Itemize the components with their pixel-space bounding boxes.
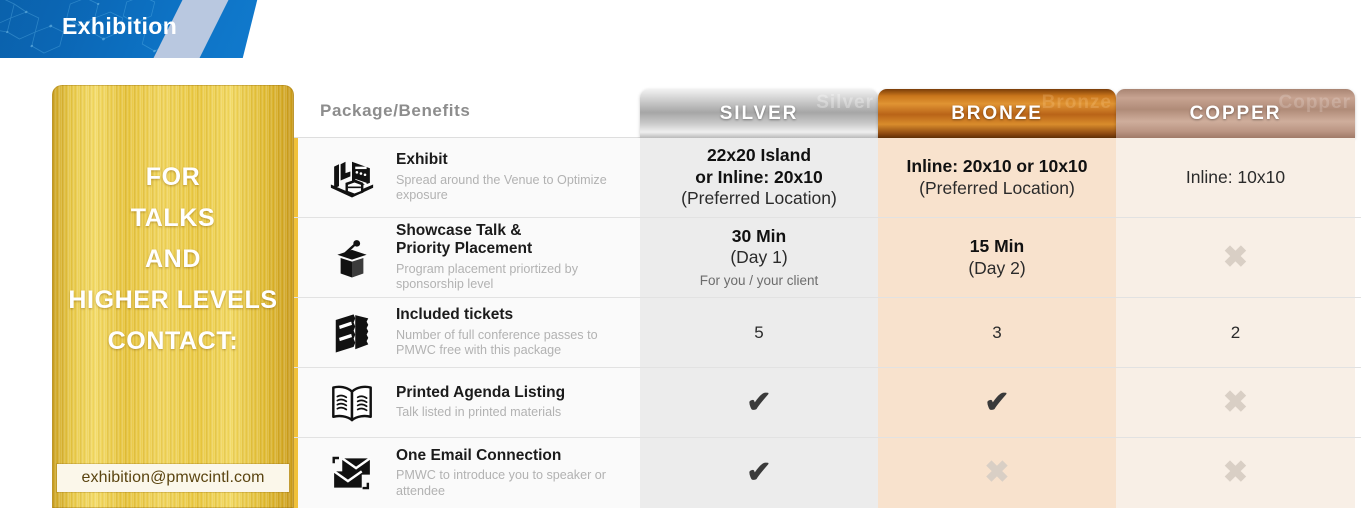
cell-value-secondary: (Day 2) (968, 257, 1026, 278)
copper-ghost-text: Copper (1278, 92, 1351, 113)
benefit-subtitle: Spread around the Venue to Optimize expo… (396, 172, 607, 203)
benefit-subtitle: Program placement priortized by sponsors… (396, 261, 578, 292)
cell-value: 2 (1230, 322, 1241, 342)
cell-bronze-row-1: 15 Min (Day 2) (878, 218, 1116, 297)
benefit-subtitle: Number of full conference passes to PMWC… (396, 327, 598, 358)
table-row: One Email Connection PMWC to introduce y… (294, 438, 1361, 508)
page-banner: Exhibition (0, 0, 300, 58)
silver-ghost-text: Silver (816, 92, 874, 113)
benefit-cell: Exhibit Spread around the Venue to Optim… (294, 138, 640, 217)
check-icon: ✔ (746, 456, 772, 489)
benefit-title: Showcase Talk & Priority Placement (396, 222, 533, 258)
cell-silver-row-4: ✔ (640, 438, 878, 508)
contact-line-1: FOR (145, 163, 201, 191)
packages-table: Package/Benefits Silver SILVER Bronze BR… (294, 85, 1361, 508)
cell-value: 3 (992, 322, 1002, 342)
cell-silver-row-3: ✔ (640, 368, 878, 437)
bronze-label: BRONZE (951, 102, 1043, 124)
column-header-bronze[interactable]: Bronze BRONZE (878, 89, 1116, 138)
cell-value-secondary: (Preferred Location) (681, 188, 837, 209)
contact-line-4: HIGHER LEVELS (68, 286, 278, 314)
cell-bronze-row-2: 3 (878, 298, 1116, 367)
benefit-title: Printed Agenda Listing (396, 384, 566, 402)
tickets-icon (324, 309, 380, 357)
check-icon: ✔ (984, 385, 1010, 419)
exhibition-pricing-page: Exhibition FOR TALKS AND HIGHER LEVELS C… (0, 0, 1361, 508)
cell-silver-row-1: 30 Min (Day 1) For you / your client (640, 218, 878, 297)
benefit-text: Included tickets Number of full conferen… (396, 306, 626, 359)
benefit-title: Included tickets (396, 306, 514, 324)
table-row: Exhibit Spread around the Venue to Optim… (294, 138, 1361, 218)
cell-bronze-row-4: ✖ (878, 438, 1116, 508)
benefit-cell: Included tickets Number of full conferen… (294, 298, 640, 367)
benefit-cell: Showcase Talk & Priority Placement Progra… (294, 218, 640, 297)
contact-email-link[interactable]: exhibition@pmwcintl.com (81, 469, 264, 487)
cross-icon: ✖ (1222, 240, 1249, 274)
benefit-text: Printed Agenda Listing Talk listed in pr… (396, 384, 565, 421)
contact-line-5: CONTACT: (107, 327, 239, 355)
cell-copper-row-1: ✖ (1116, 218, 1355, 297)
contact-email-bar[interactable]: exhibition@pmwcintl.com (57, 464, 289, 492)
cell-value-primary: 15 Min (969, 236, 1025, 257)
column-header-silver[interactable]: Silver SILVER (640, 89, 878, 138)
benefit-subtitle: PMWC to introduce you to speaker or atte… (396, 468, 606, 498)
envelopes-icon (324, 449, 380, 497)
benefit-text: One Email Connection PMWC to introduce y… (396, 447, 626, 500)
cell-copper-row-4: ✖ (1116, 438, 1355, 508)
benefit-text: Showcase Talk & Priority Placement Progra… (396, 222, 626, 293)
open-book-icon (324, 379, 380, 427)
cell-bronze-row-0: Inline: 20x10 or 10x10 (Preferred Locatio… (878, 138, 1116, 217)
cell-value-secondary: (Day 1) (730, 247, 788, 268)
cell-silver-row-2: 5 (640, 298, 878, 367)
contact-line-2: TALKS (130, 204, 216, 232)
cross-icon: ✖ (1222, 456, 1249, 489)
benefit-subtitle: Talk listed in printed materials (396, 405, 562, 420)
cell-value-note: For you / your client (699, 272, 819, 288)
cell-silver-row-0: 22x20 Island or Inline: 20x10 (Preferred L… (640, 138, 878, 217)
cell-value-secondary: Inline: 10x10 (1185, 166, 1286, 187)
benefit-text: Exhibit Spread around the Venue to Optim… (396, 151, 626, 204)
contact-line-3: AND (145, 245, 201, 273)
cell-value-primary: 30 Min (731, 225, 787, 246)
benefit-title: One Email Connection (396, 446, 562, 464)
benefit-cell: One Email Connection PMWC to introduce y… (294, 438, 640, 508)
cell-copper-row-3: ✖ (1116, 368, 1355, 437)
check-icon: ✔ (746, 385, 772, 419)
table-row: Printed Agenda Listing Talk listed in pr… (294, 368, 1361, 438)
copper-label: COPPER (1189, 102, 1282, 124)
cell-value-primary: 22x20 Island or Inline: 20x10 (695, 145, 823, 187)
exhibition-booth-icon (324, 154, 380, 202)
contact-headline: FOR TALKS AND HIGHER LEVELS CONTACT: (52, 157, 294, 362)
bronze-ghost-text: Bronze (1041, 92, 1112, 113)
silver-label: SILVER (719, 102, 799, 124)
cell-copper-row-2: 2 (1116, 298, 1355, 367)
benefit-title: Exhibit (396, 151, 448, 169)
podium-microphone-icon (324, 234, 380, 282)
table-header-row: Package/Benefits Silver SILVER Bronze BR… (294, 85, 1361, 138)
cell-value-primary: Inline: 20x10 or 10x10 (906, 156, 1088, 177)
banner-title: Exhibition (62, 13, 178, 39)
cross-icon: ✖ (1222, 385, 1249, 419)
table-row: Included tickets Number of full conferen… (294, 298, 1361, 368)
table-body: Exhibit Spread around the Venue to Optim… (294, 138, 1361, 508)
column-header-copper[interactable]: Copper COPPER (1116, 89, 1355, 138)
cell-copper-row-0: Inline: 10x10 (1116, 138, 1355, 217)
contact-gold-panel: FOR TALKS AND HIGHER LEVELS CONTACT: exh… (52, 85, 294, 508)
benefit-cell: Printed Agenda Listing Talk listed in pr… (294, 368, 640, 437)
column-header-benefits: Package/Benefits (294, 85, 640, 138)
column-header-benefits-label: Package/Benefits (320, 101, 471, 120)
table-row: Showcase Talk & Priority Placement Progra… (294, 218, 1361, 298)
cell-value-secondary: (Preferred Location) (919, 177, 1075, 198)
cell-bronze-row-3: ✔ (878, 368, 1116, 437)
cross-icon: ✖ (984, 456, 1010, 489)
cell-value: 5 (754, 322, 764, 342)
